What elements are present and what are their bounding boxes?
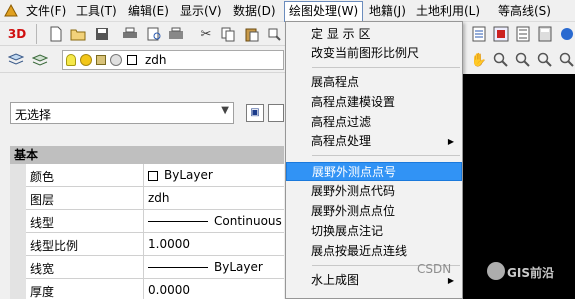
csdn-watermark: CSDN — [417, 262, 452, 276]
menu-item-elevation-processing[interactable]: 高程点处理 ▶ — [286, 132, 462, 151]
menu-separator — [312, 67, 460, 68]
properties-icon[interactable] — [469, 24, 489, 44]
lineweight-sample — [148, 267, 208, 268]
selection-value: 无选择 — [15, 108, 52, 122]
copy-icon[interactable] — [218, 24, 238, 44]
new-file-icon[interactable] — [46, 24, 66, 44]
help-icon[interactable] — [557, 24, 575, 44]
property-label: 颜色 — [30, 170, 55, 184]
layer-color-swatch — [127, 55, 137, 65]
menu-item-toggle-point-annotation[interactable]: 切换展点注记 — [286, 222, 462, 241]
menu-contour[interactable]: 等高线(S) — [494, 2, 555, 20]
property-value[interactable]: zdh — [143, 187, 284, 210]
save-icon[interactable] — [92, 24, 112, 44]
property-value[interactable]: ByLayer — [143, 164, 284, 187]
menu-data[interactable]: 数据(D) — [229, 2, 280, 20]
property-row-color[interactable]: 颜色 ByLayer — [10, 164, 284, 187]
property-row-layer[interactable]: 图层 zdh — [10, 187, 284, 210]
layer-manager-icon[interactable] — [6, 50, 26, 70]
print-icon[interactable] — [120, 24, 140, 44]
layer-name: zdh — [145, 53, 167, 67]
menu-edit[interactable]: 编辑(E) — [124, 2, 173, 20]
menu-item-change-scale[interactable]: 改变当前图形比例尺 — [286, 44, 462, 63]
sun-icon — [80, 54, 92, 66]
plot-icon[interactable] — [166, 24, 186, 44]
menu-item-elevation-modeling[interactable]: 高程点建模设置 — [286, 93, 462, 112]
menu-item-show-field-point-codes[interactable]: 展野外测点代码 — [286, 182, 462, 201]
property-grid: 颜色 ByLayer 图层 zdh 线型 Continuous 线型比例 1.0… — [10, 164, 284, 299]
menu-bar: 文件(F) 工具(T) 编辑(E) 显示(V) 数据(D) 绘图处理(W) 地籍… — [0, 0, 575, 22]
calculator-icon[interactable] — [535, 24, 555, 44]
section-basic[interactable]: 基本 — [10, 146, 284, 164]
selection-dropdown[interactable]: 无选择 ▼ — [10, 102, 234, 124]
property-row-thickness[interactable]: 厚度 0.0000 — [10, 279, 284, 299]
select-objects-icon[interactable] — [268, 104, 284, 122]
freeze-icon — [110, 54, 122, 66]
property-label: 图层 — [30, 193, 55, 207]
property-value[interactable]: Continuous — [143, 210, 284, 233]
tool-palette-icon[interactable] — [513, 24, 533, 44]
menu-file[interactable]: 文件(F) — [22, 2, 70, 20]
property-label: 线型比例 — [30, 239, 79, 253]
property-label: 厚度 — [30, 285, 55, 299]
property-label: 线型 — [30, 216, 55, 230]
menu-item-elevation-filter[interactable]: 高程点过滤 — [286, 113, 462, 132]
app-logo-icon — [4, 3, 18, 17]
properties-panel: 无选择 ▼ ▣ 基本 颜色 ByLayer 图层 zdh 线型 Continuo… — [0, 74, 284, 299]
pan-hand-icon[interactable]: ✋ — [469, 50, 489, 70]
cut-icon[interactable]: ✂ — [196, 24, 216, 44]
zoom-previous-icon[interactable] — [535, 50, 555, 70]
design-center-icon[interactable] — [491, 24, 511, 44]
open-folder-icon[interactable] — [68, 24, 88, 44]
light-bulb-icon — [66, 54, 76, 66]
drawing-process-menu: 定 显 示 区 改变当前图形比例尺 展高程点 高程点建模设置 高程点过滤 高程点… — [285, 21, 463, 299]
brand-watermark: GIS前沿 — [507, 266, 554, 280]
menu-display[interactable]: 显示(V) — [176, 2, 226, 20]
match-properties-icon[interactable] — [264, 24, 284, 44]
toolbar-separator — [36, 24, 37, 44]
zoom-extents-icon[interactable] — [557, 50, 575, 70]
property-row-lineweight[interactable]: 线宽 ByLayer — [10, 256, 284, 279]
menu-item-show-field-point-positions[interactable]: 展野外测点点位 — [286, 202, 462, 221]
property-label: 线宽 — [30, 262, 55, 276]
paste-icon[interactable] — [242, 24, 262, 44]
zoom-window-icon[interactable] — [513, 50, 533, 70]
lock-icon — [96, 55, 106, 65]
right-toolbar: ✋ — [463, 22, 575, 74]
zoom-realtime-icon[interactable] — [491, 50, 511, 70]
menu-item-show-field-point-numbers[interactable]: 展野外测点点号 — [286, 162, 462, 181]
linetype-sample — [148, 221, 208, 222]
property-row-linetype-scale[interactable]: 线型比例 1.0000 — [10, 233, 284, 256]
quick-select-icon[interactable]: ▣ — [246, 104, 264, 122]
menu-land-use[interactable]: 土地利用(L) — [412, 2, 484, 20]
menu-cadastre[interactable]: 地籍(J) — [365, 2, 410, 20]
submenu-arrow-icon: ▶ — [447, 137, 454, 146]
property-value[interactable]: 1.0000 — [143, 233, 284, 256]
menu-item-connect-nearest-points[interactable]: 展点按最近点连线 — [286, 242, 462, 261]
wechat-logo-icon — [487, 262, 505, 280]
three-d-button[interactable]: 3D — [4, 25, 30, 43]
menu-item-set-display-area[interactable]: 定 显 示 区 — [286, 25, 462, 44]
layer-dropdown[interactable]: zdh — [62, 50, 284, 70]
property-value[interactable]: ByLayer — [143, 256, 284, 279]
color-swatch — [148, 170, 158, 181]
menu-drawing-process[interactable]: 绘图处理(W) — [284, 1, 364, 22]
menu-tools[interactable]: 工具(T) — [72, 2, 121, 20]
print-preview-icon[interactable] — [144, 24, 164, 44]
layer-state-icon[interactable] — [30, 50, 50, 70]
chevron-down-icon: ▼ — [221, 105, 229, 116]
property-value[interactable]: 0.0000 — [143, 279, 284, 299]
menu-item-show-elevation-points[interactable]: 展高程点 — [286, 73, 462, 92]
property-row-linetype[interactable]: 线型 Continuous — [10, 210, 284, 233]
menu-separator — [312, 155, 460, 156]
